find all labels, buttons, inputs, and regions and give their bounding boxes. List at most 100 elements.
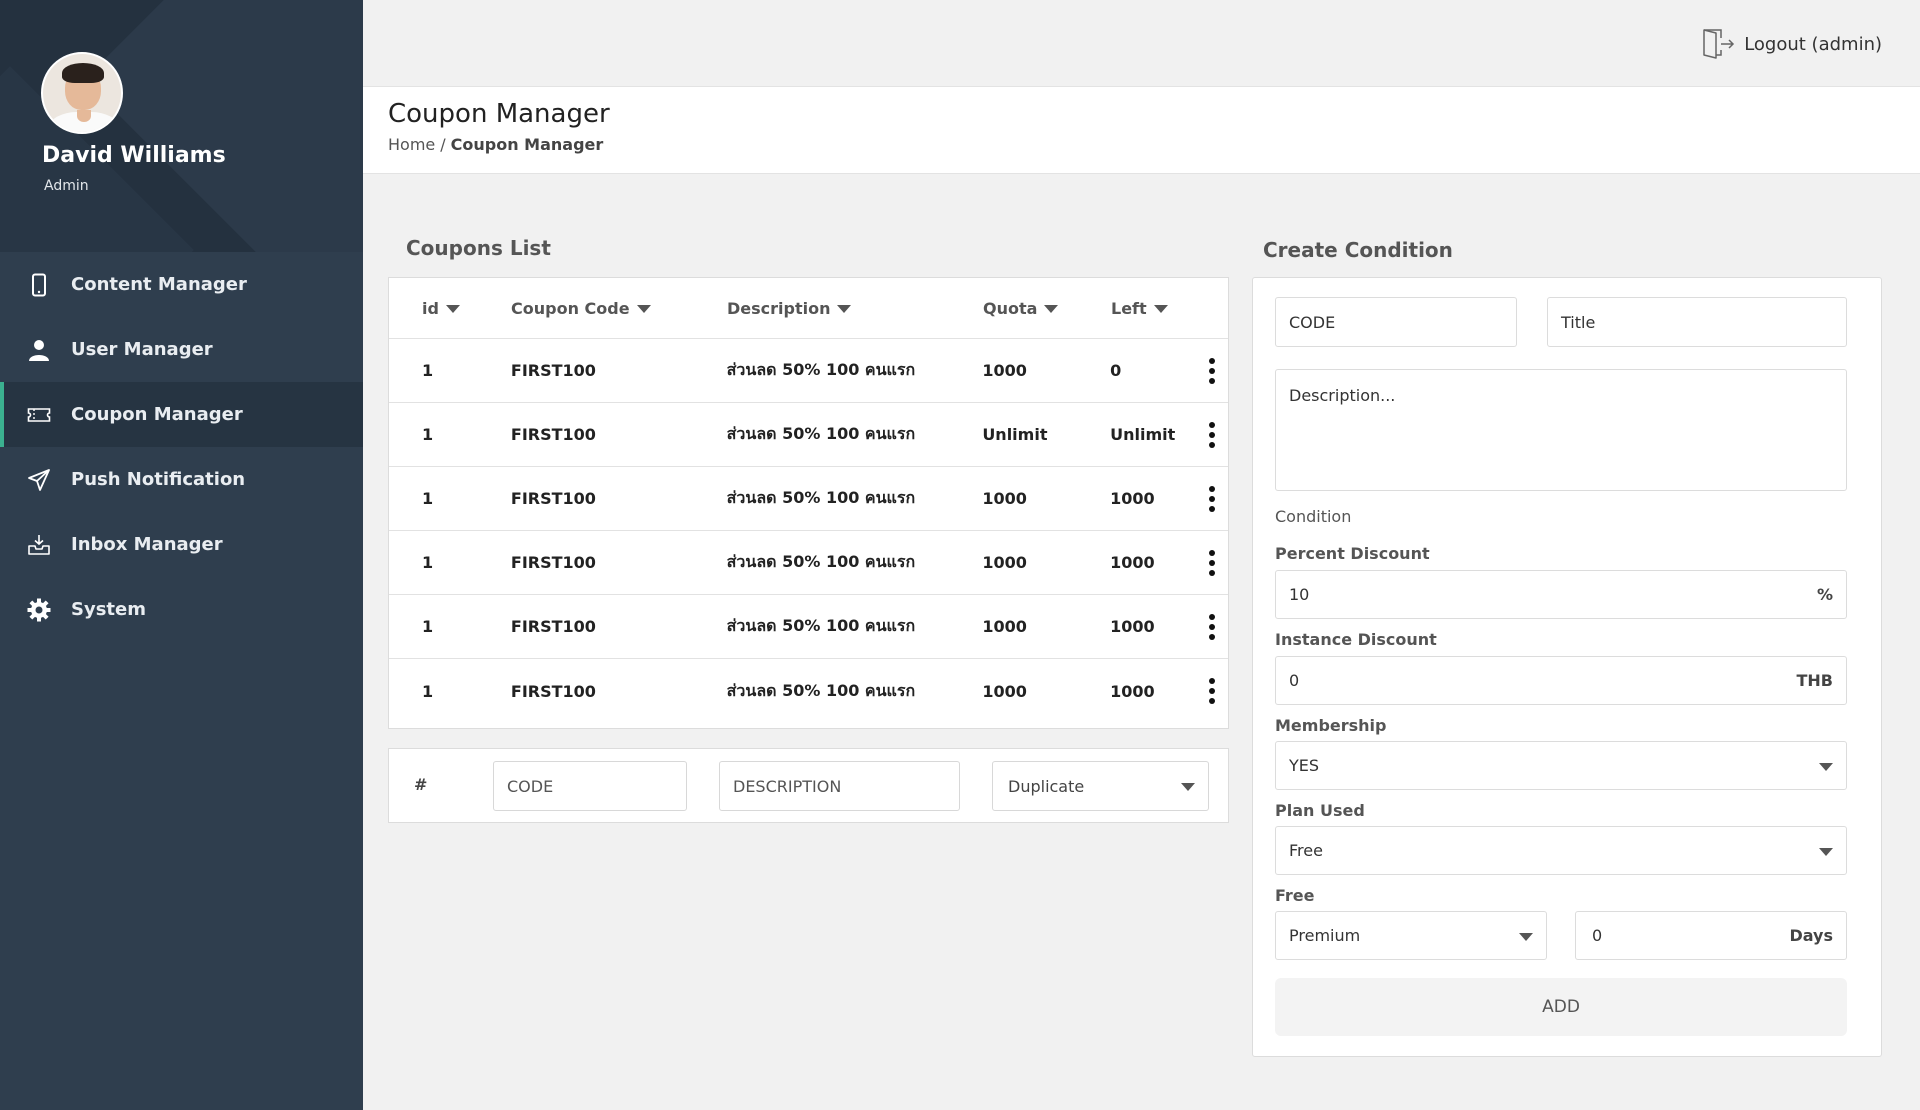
sort-down-icon [1153,305,1168,313]
avatar[interactable] [41,52,123,134]
code-input[interactable]: CODE [493,761,687,811]
row-hash: # [414,775,428,794]
cell-description: ส่วนลด 50% 100 คนแรก [726,552,916,571]
column-header-id[interactable]: id [389,299,509,318]
more-vertical-icon[interactable] [1208,485,1216,512]
profile-name: David Williams [42,143,226,168]
cell-left: 1000 [1110,617,1155,636]
column-header-quota[interactable]: Quota [981,299,1109,318]
add-coupon-row: # CODE DESCRIPTION Duplicate [388,748,1229,823]
cell-left: 1000 [1110,553,1155,572]
days-suffix: Days [1789,926,1833,945]
cell-id: 1 [422,361,434,380]
profile-role: Admin [44,178,89,194]
free-plan-select[interactable]: Premium [1275,911,1547,960]
logout-button[interactable]: Logout (admin) [1701,28,1882,60]
cell-description: ส่วนลด 50% 100 คนแรก [726,680,916,700]
more-vertical-icon[interactable] [1208,421,1216,448]
coupons-list-title: Coupons List [406,236,551,260]
action-select[interactable]: Duplicate [992,761,1209,811]
chevron-down-icon [1819,762,1833,771]
table-header: id Coupon Code Description Quota Left [389,278,1228,339]
instance-discount-label: Instance Discount [1275,630,1437,649]
cell-left: 0 [1110,361,1122,380]
chevron-down-icon [1519,932,1533,941]
free-plan-value: Premium [1289,926,1361,945]
sidebar-item-label: Inbox Manager [71,534,223,555]
more-vertical-icon[interactable] [1208,549,1216,576]
plan-used-label: Plan Used [1275,801,1365,820]
create-condition-title: Create Condition [1263,238,1453,262]
cell-id: 1 [422,489,434,508]
cell-code: FIRST100 [510,489,596,508]
table-row: 1 FIRST100 ส่วนลด 50% 100 คนแรก 1000 100… [389,659,1228,723]
action-select-value: Duplicate [1008,776,1085,796]
membership-label: Membership [1275,716,1387,735]
column-label: Left [1111,298,1147,318]
breadcrumb-home[interactable]: Home [388,135,435,154]
sort-down-icon [1044,305,1059,313]
more-vertical-icon[interactable] [1208,357,1216,384]
sidebar-item-push-notification[interactable]: Push Notification [0,447,363,512]
cell-left: 1000 [1110,489,1155,508]
free-days-input[interactable]: 0 Days [1575,911,1847,960]
coupons-table: id Coupon Code Description Quota Left 1 … [388,277,1229,729]
membership-value: YES [1289,756,1320,775]
cell-quota: 1000 [982,553,1027,572]
percent-suffix: % [1816,585,1833,604]
table-row: 1 FIRST100 ส่วนลด 50% 100 คนแรก 1000 0 [389,339,1228,403]
table-row: 1 FIRST100 ส่วนลด 50% 100 คนแรก 1000 100… [389,467,1228,531]
description-textarea[interactable]: Description... [1275,369,1847,491]
column-header-left[interactable]: Left [1109,299,1197,318]
sidebar-item-label: User Manager [71,339,213,360]
cell-code: FIRST100 [510,617,596,636]
add-button[interactable]: ADD [1275,978,1847,1036]
instance-discount-input[interactable]: 0 THB [1275,656,1847,705]
logout-icon [1703,29,1735,59]
profile-panel: David Williams Admin [0,0,363,252]
sidebar-item-system[interactable]: System [0,577,363,642]
code-input[interactable]: CODE [1275,297,1517,347]
sidebar-item-coupon-manager[interactable]: Coupon Manager [0,382,363,447]
description-input[interactable]: DESCRIPTION [719,761,960,811]
breadcrumb: Home / Coupon Manager [388,135,603,154]
sort-down-icon [636,305,651,313]
sidebar-item-content-manager[interactable]: Content Manager [0,252,363,317]
percent-discount-label: Percent Discount [1275,544,1430,563]
sidebar-nav: Content Manager User Manager Coupon Mana… [0,252,363,642]
membership-select[interactable]: YES [1275,741,1847,790]
column-header-coupon-code[interactable]: Coupon Code [509,299,725,318]
table-row: 1 FIRST100 ส่วนลด 50% 100 คนแรก 1000 100… [389,595,1228,659]
cell-id: 1 [422,425,434,444]
currency-suffix: THB [1796,671,1834,690]
cell-quota: 1000 [982,489,1027,508]
table-row: 1 FIRST100 ส่วนลด 50% 100 คนแรก Unlimit … [389,403,1228,467]
more-vertical-icon[interactable] [1208,613,1216,640]
sidebar-item-inbox-manager[interactable]: Inbox Manager [0,512,363,577]
cell-left: Unlimit [1110,425,1176,444]
cell-code: FIRST100 [510,361,596,380]
page-header: Coupon Manager Home / Coupon Manager [363,86,1920,174]
sort-down-icon [837,305,852,313]
chevron-down-icon [1181,783,1195,791]
sidebar-item-user-manager[interactable]: User Manager [0,317,363,382]
column-header-description[interactable]: Description [725,299,981,318]
ticket-icon [26,402,52,428]
sidebar-item-label: Content Manager [71,274,247,295]
cell-quota: 1000 [982,361,1027,380]
more-vertical-icon[interactable] [1208,678,1216,704]
gear-icon [26,597,52,623]
column-label: Description [727,298,831,318]
percent-discount-input[interactable]: 10 % [1275,570,1847,619]
plan-used-select[interactable]: Free [1275,826,1847,875]
free-days-value: 0 [1592,926,1603,945]
cell-description: ส่วนลด 50% 100 คนแรก [726,616,916,635]
plan-used-value: Free [1289,841,1323,860]
title-input[interactable]: Title [1547,297,1847,347]
user-icon [26,337,52,363]
sidebar-item-label: Coupon Manager [71,404,243,425]
column-label: Coupon Code [511,298,630,318]
breadcrumb-separator: / [440,135,446,154]
free-label: Free [1275,886,1315,905]
table-row: 1 FIRST100 ส่วนลด 50% 100 คนแรก 1000 100… [389,531,1228,595]
